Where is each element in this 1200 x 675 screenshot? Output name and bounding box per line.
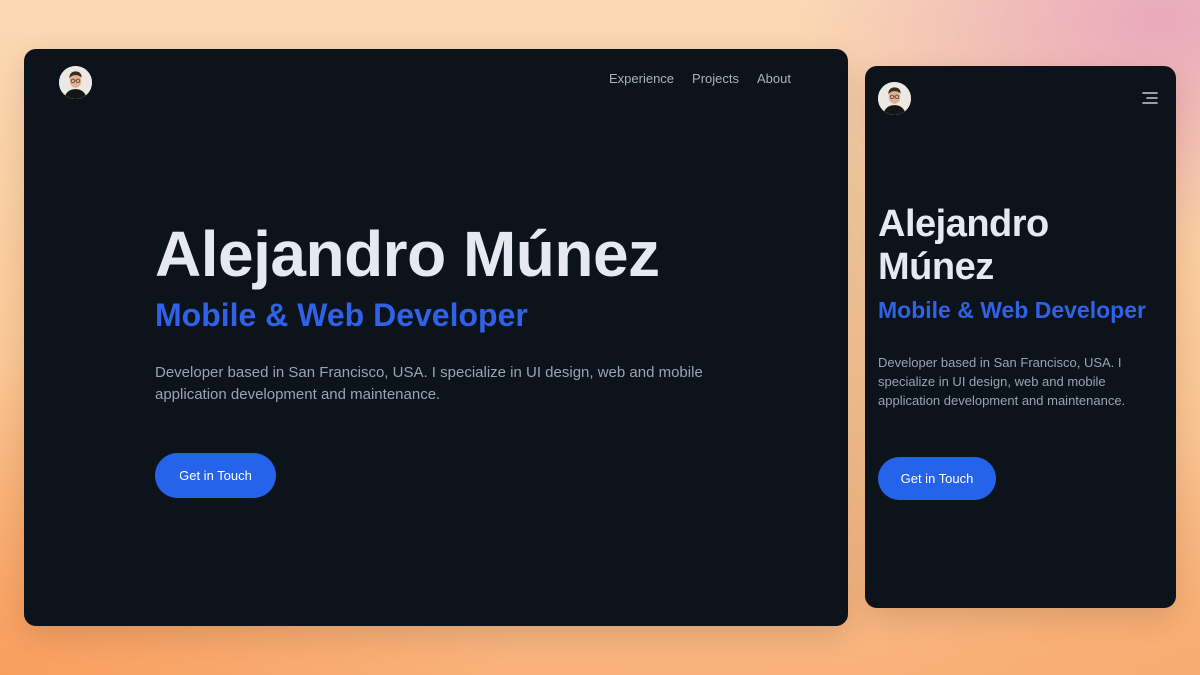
top-nav: Experience Projects About — [609, 71, 791, 86]
get-in-touch-button[interactable]: Get in Touch — [155, 453, 276, 498]
hamburger-menu-icon[interactable] — [1140, 90, 1158, 106]
avatar[interactable] — [878, 82, 911, 115]
desktop-preview: Experience Projects About Alejandro Múne… — [24, 49, 848, 626]
avatar-portrait-icon — [878, 82, 911, 115]
nav-item-experience[interactable]: Experience — [609, 71, 674, 86]
hero-role: Mobile & Web Developer — [155, 297, 528, 333]
avatar[interactable] — [59, 66, 92, 99]
avatar-portrait-icon — [59, 66, 92, 99]
nav-item-projects[interactable]: Projects — [692, 71, 739, 86]
nav-item-about[interactable]: About — [757, 71, 791, 86]
hero-name: Alejandro Múnez — [155, 218, 660, 290]
hero-description: Developer based in San Francisco, USA. I… — [878, 355, 1126, 408]
hero-name: Alejandro Múnez — [878, 203, 1049, 288]
hero-role: Mobile & Web Developer — [878, 297, 1146, 323]
mobile-preview: Alejandro Múnez Mobile & Web Developer D… — [865, 66, 1176, 608]
get-in-touch-button[interactable]: Get in Touch — [878, 457, 996, 500]
hero-description: Developer based in San Francisco, USA. I… — [155, 364, 703, 403]
